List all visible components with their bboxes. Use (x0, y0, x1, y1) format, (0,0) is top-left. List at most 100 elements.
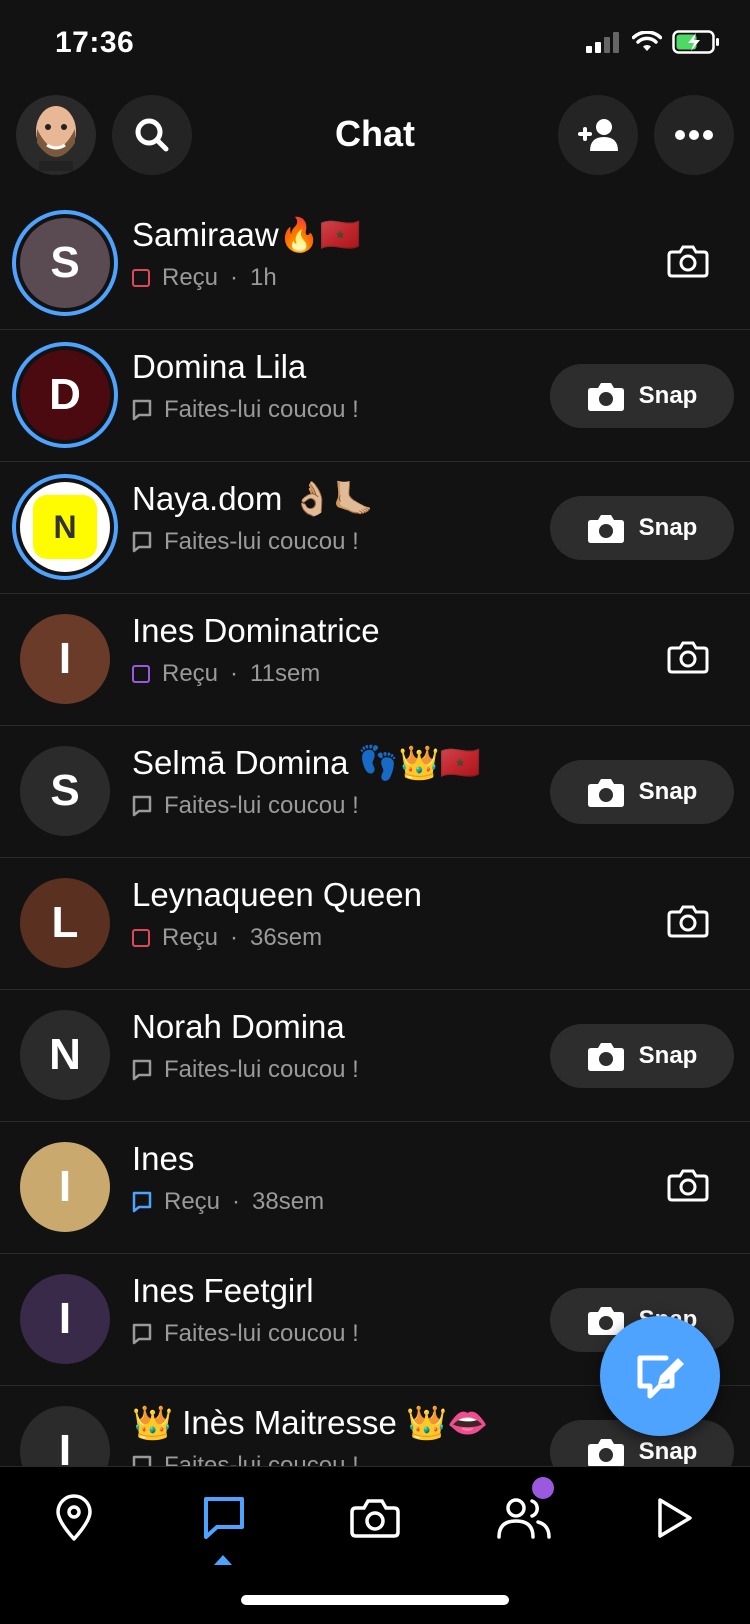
chat-bubble-icon (132, 1455, 152, 1466)
avatar-initial: I (58, 634, 72, 683)
camera-reply-icon[interactable] (666, 634, 710, 678)
avatar-image: N (20, 482, 110, 572)
friend-avatar[interactable]: D (12, 342, 118, 448)
more-dots-icon (675, 130, 713, 140)
snap-button[interactable]: Snap (550, 496, 734, 560)
avatar-initial: S (50, 238, 80, 287)
friend-avatar[interactable]: S (12, 738, 118, 844)
friend-avatar[interactable]: N (12, 474, 118, 580)
avatar-image: S (20, 218, 110, 308)
camera-icon (587, 1043, 624, 1071)
status-separator: · (230, 924, 239, 951)
camera-reply-icon[interactable] (666, 898, 710, 942)
friend-avatar[interactable]: S (12, 210, 118, 316)
status-text: Reçu (162, 924, 219, 951)
chat-row[interactable]: S Samiraaw🔥🇲🇦 Reçu · 1h (0, 198, 750, 330)
new-chat-icon (637, 1355, 684, 1399)
status-separator: · (230, 660, 239, 687)
chat-row[interactable]: L Leynaqueen Queen Reçu · 36sem (0, 858, 750, 990)
chat-row[interactable]: N Naya.dom 👌🏼🦶🏼 Faites-lui coucou ! Snap (0, 462, 750, 594)
chat-status: Faites-lui coucou ! (132, 528, 359, 556)
chat-name: Selmā Domina 👣👑🇲🇦 (132, 744, 481, 781)
chat-bubble-icon (132, 1059, 152, 1081)
friend-avatar[interactable]: L (12, 870, 118, 976)
chat-status: Faites-lui coucou ! (132, 396, 359, 424)
chat-row[interactable]: I Ines Reçu · 38sem (0, 1122, 750, 1254)
snap-label: Snap (638, 1438, 698, 1465)
avatar-initial: S (50, 766, 80, 815)
status-text: Faites-lui coucou ! (164, 1452, 359, 1466)
friends-notification-dot (532, 1477, 554, 1499)
status-bar: 17:36 (0, 0, 750, 90)
status-time: 11sem (250, 660, 321, 687)
nav-camera[interactable] (335, 1483, 415, 1553)
camera-icon (587, 779, 624, 807)
status-time: 17:36 (55, 26, 135, 59)
chat-name: Naya.dom 👌🏼🦶🏼 (132, 480, 374, 517)
chat-name: Ines Feetgirl (132, 1272, 314, 1309)
friend-avatar[interactable]: I (12, 1398, 118, 1466)
chat-bubble-icon (132, 1323, 152, 1345)
chat-row[interactable]: I Ines Dominatrice Reçu · 11sem (0, 594, 750, 726)
chat-row[interactable]: D Domina Lila Faites-lui coucou ! Snap (0, 330, 750, 462)
avatar-image: N (20, 1010, 110, 1100)
map-icon (56, 1494, 92, 1541)
friends-icon (497, 1498, 551, 1539)
wifi-icon (632, 31, 662, 51)
avatar-image: D (20, 350, 110, 440)
active-tab-indicator (214, 1555, 232, 1565)
snap-button[interactable]: Snap (550, 760, 734, 824)
avatar-initial: D (49, 370, 81, 419)
status-separator: · (230, 264, 239, 291)
camera-icon (587, 383, 624, 411)
chat-status: Reçu · 36sem (132, 924, 322, 952)
friend-avatar[interactable]: I (12, 1134, 118, 1240)
friend-avatar[interactable]: I (12, 606, 118, 712)
chat-screen: 17:36 Chat S Samiraaw🔥🇲🇦 Reçu · 1h D Dom… (0, 0, 750, 1624)
nav-map[interactable] (34, 1483, 114, 1553)
bottom-nav (0, 1466, 750, 1624)
chat-status: Reçu · 1h (132, 264, 277, 292)
nav-chat[interactable] (184, 1483, 264, 1553)
camera-reply-icon[interactable] (666, 1162, 710, 1206)
status-time: 1h (250, 264, 277, 291)
status-indicators (586, 30, 720, 54)
snap-label: Snap (638, 778, 698, 805)
avatar-initial: L (51, 898, 79, 947)
avatar-initial: N (49, 1030, 81, 1079)
chat-bubble-icon (132, 531, 152, 553)
more-options-button[interactable] (654, 95, 734, 175)
chat-status: Faites-lui coucou ! (132, 792, 359, 820)
avatar-image: I (20, 1142, 110, 1232)
chat-name: Domina Lila (132, 348, 307, 385)
chat-row[interactable]: S Selmā Domina 👣👑🇲🇦 Faites-lui coucou ! … (0, 726, 750, 858)
chat-status: Faites-lui coucou ! (132, 1056, 359, 1084)
camera-icon (587, 515, 624, 543)
nav-stories[interactable] (634, 1483, 714, 1553)
chat-row[interactable]: N Norah Domina Faites-lui coucou ! Snap (0, 990, 750, 1122)
chat-list: S Samiraaw🔥🇲🇦 Reçu · 1h D Domina Lila Fa… (0, 198, 750, 1466)
snap-button[interactable]: Snap (550, 1024, 734, 1088)
chat-status: Reçu · 38sem (132, 1188, 324, 1216)
chat-name: Ines Dominatrice (132, 612, 380, 649)
add-friend-button[interactable] (558, 95, 638, 175)
chat-bubble-blue-icon (132, 1191, 152, 1213)
avatar-image: L (20, 878, 110, 968)
friend-avatar[interactable]: N (12, 1002, 118, 1108)
chat-name: Samiraaw🔥🇲🇦 (132, 216, 361, 253)
chat-status: Faites-lui coucou ! (132, 1452, 359, 1466)
new-chat-button[interactable] (600, 1316, 720, 1436)
chat-status: Reçu · 11sem (132, 660, 320, 688)
status-time: 36sem (250, 924, 323, 951)
chat-status: Faites-lui coucou ! (132, 1320, 359, 1348)
chat-icon (204, 1497, 244, 1539)
avatar-initial: N (53, 508, 77, 545)
chat-name: Ines (132, 1140, 195, 1177)
camera-reply-icon[interactable] (666, 238, 710, 282)
received-snap-icon (132, 929, 150, 947)
snap-button[interactable]: Snap (550, 364, 734, 428)
avatar-initial: I (58, 1162, 72, 1211)
add-friend-icon (578, 119, 618, 151)
friend-avatar[interactable]: I (12, 1266, 118, 1372)
status-text: Faites-lui coucou ! (164, 1320, 359, 1347)
